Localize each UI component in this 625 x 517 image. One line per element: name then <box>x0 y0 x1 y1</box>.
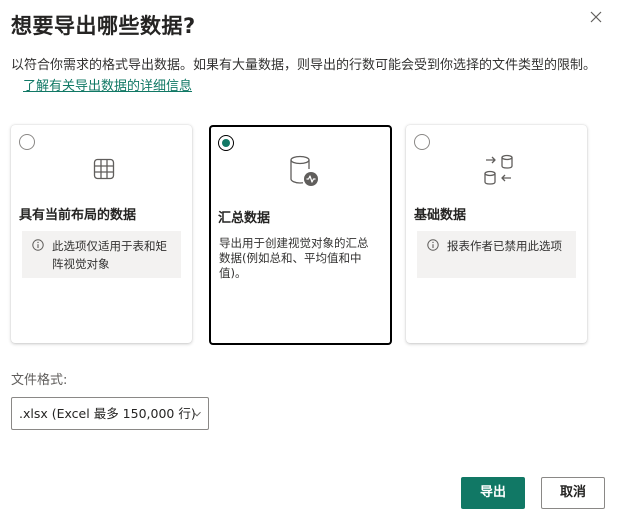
description-text: 以符合你需求的格式导出数据。如果有大量数据，则导出的行数可能会受到你选择的文件类… <box>11 58 597 73</box>
option-note-text: 此选项仅适用于表和矩阵视觉对象 <box>52 239 167 271</box>
file-format-dropdown[interactable]: .xlsx (Excel 最多 150,000 行) <box>11 397 209 430</box>
dialog-description: 以符合你需求的格式导出数据。如果有大量数据，则导出的行数可能会受到你选择的文件类… <box>11 55 606 97</box>
file-format-label: 文件格式: <box>11 373 68 388</box>
option-title: 具有当前布局的数据 <box>19 208 137 223</box>
option-current-layout[interactable]: 具有当前布局的数据 此选项仅适用于表和矩阵视觉对象 <box>11 125 192 343</box>
database-transfer-icon <box>484 154 513 185</box>
option-title: 汇总数据 <box>218 211 271 226</box>
option-summarized-data-radio[interactable] <box>218 135 234 151</box>
export-data-dialog: 想要导出哪些数据? 以符合你需求的格式导出数据。如果有大量数据，则导出的行数可能… <box>0 0 625 517</box>
option-title: 基础数据 <box>414 208 467 223</box>
info-icon <box>32 239 44 251</box>
learn-more-link[interactable]: 了解有关导出数据的详细信息 <box>23 79 192 94</box>
option-summarized-data[interactable]: 汇总数据 导出用于创建视觉对象的汇总数据(例如总和、平均值和中值)。 <box>209 125 392 345</box>
option-underlying-data-radio[interactable] <box>414 134 430 150</box>
close-icon <box>590 11 602 23</box>
option-info-note: 此选项仅适用于表和矩阵视觉对象 <box>22 231 181 278</box>
file-format-selected: .xlsx (Excel 最多 150,000 行) <box>19 406 196 421</box>
option-info-note: 报表作者已禁用此选项 <box>417 231 576 278</box>
cancel-button[interactable]: 取消 <box>541 477 605 509</box>
info-icon <box>427 239 439 251</box>
chevron-down-icon <box>193 411 201 417</box>
dialog-title: 想要导出哪些数据? <box>11 14 196 38</box>
database-pulse-icon <box>290 155 318 186</box>
option-current-layout-radio[interactable] <box>19 134 35 150</box>
table-grid-icon <box>93 158 115 180</box>
option-note-text: 报表作者已禁用此选项 <box>447 239 562 253</box>
option-underlying-data[interactable]: 基础数据 报表作者已禁用此选项 <box>406 125 587 343</box>
export-button[interactable]: 导出 <box>461 477 525 509</box>
radio-selected-dot <box>221 138 230 147</box>
close-button[interactable] <box>585 6 607 28</box>
option-description: 导出用于创建视觉对象的汇总数据(例如总和、平均值和中值)。 <box>219 236 369 280</box>
